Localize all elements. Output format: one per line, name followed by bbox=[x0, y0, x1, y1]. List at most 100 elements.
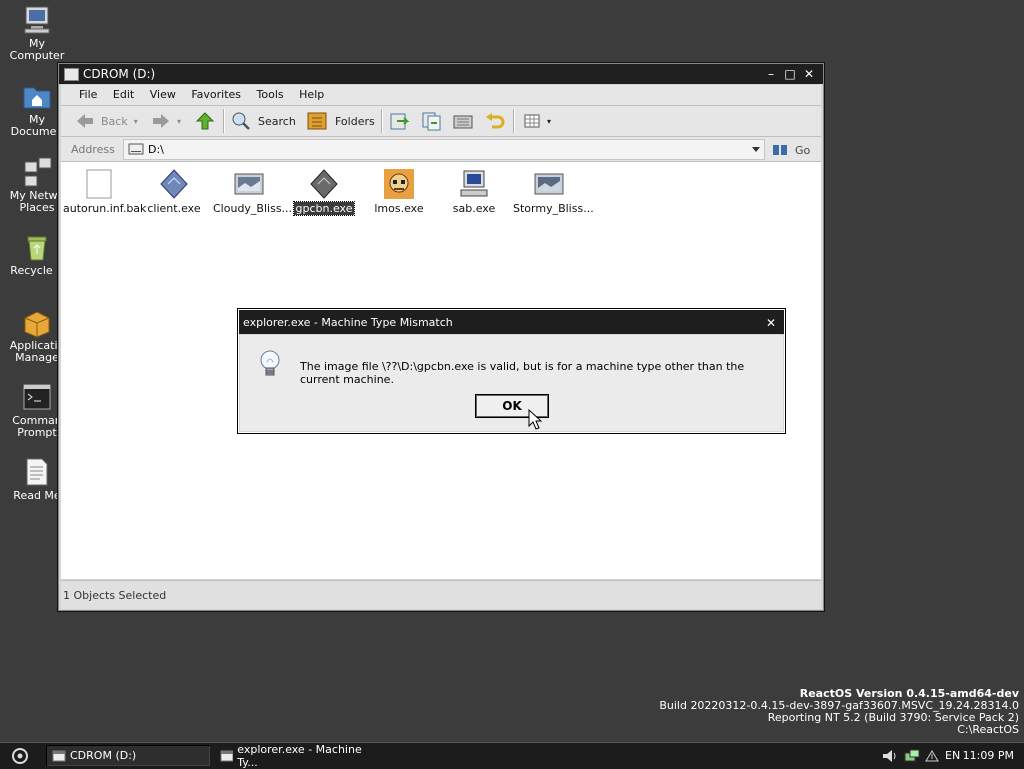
address-input[interactable]: D:\ bbox=[123, 139, 765, 160]
address-label: Address bbox=[71, 143, 115, 156]
dialog-close-button[interactable]: ✕ bbox=[766, 316, 776, 330]
menu-tools[interactable]: Tools bbox=[251, 85, 290, 101]
volume-icon[interactable] bbox=[881, 748, 899, 764]
folders-button[interactable]: Folders bbox=[307, 110, 375, 132]
drive-icon[interactable] bbox=[64, 68, 79, 81]
close-button[interactable]: ✕ bbox=[802, 68, 816, 81]
exe-diamond-icon bbox=[158, 168, 190, 200]
desktop-icon-my-computer[interactable]: My Computer bbox=[0, 4, 74, 62]
folders-icon bbox=[307, 112, 327, 130]
menu-file[interactable]: File bbox=[73, 85, 103, 101]
character-app-icon bbox=[383, 168, 415, 200]
task-explorer-dialog[interactable]: explorer.exe - Machine Ty... bbox=[214, 742, 378, 769]
path-line: C:\ReactOS bbox=[957, 723, 1019, 736]
file-item[interactable]: lmos.exe bbox=[361, 168, 437, 215]
system-tray: EN bbox=[881, 745, 960, 766]
views-button[interactable]: ▾ bbox=[523, 110, 551, 132]
toolbar-separator bbox=[513, 109, 515, 133]
file-name: client.exe bbox=[147, 202, 201, 215]
computer-app-icon bbox=[458, 168, 490, 200]
lightbulb-icon bbox=[260, 350, 280, 376]
reactos-logo-icon bbox=[12, 748, 28, 764]
dialog-message: The image file \??\D:\gpcbn.exe is valid… bbox=[300, 360, 745, 386]
file-item[interactable]: sab.exe bbox=[436, 168, 512, 215]
move-to-button[interactable] bbox=[389, 110, 411, 132]
go-label: Go bbox=[795, 143, 811, 157]
start-button[interactable] bbox=[4, 746, 36, 766]
file-name: lmos.exe bbox=[374, 202, 424, 215]
menu-edit[interactable]: Edit bbox=[107, 85, 140, 101]
menu-bar: File Edit View Favorites Tools Help bbox=[61, 85, 821, 106]
toolbar-separator bbox=[381, 109, 383, 133]
file-name: sab.exe bbox=[452, 202, 496, 215]
text-document-icon bbox=[21, 456, 53, 488]
copy-to-icon bbox=[422, 112, 441, 131]
network-icon bbox=[21, 156, 53, 188]
go-button[interactable]: Go bbox=[771, 141, 810, 159]
chevron-down-icon: ▾ bbox=[177, 116, 182, 126]
forward-button[interactable]: ▾ bbox=[151, 110, 181, 132]
terminal-icon bbox=[21, 381, 53, 413]
go-arrow-icon bbox=[773, 145, 787, 155]
search-button[interactable]: Search bbox=[231, 110, 296, 132]
image-app-icon bbox=[533, 168, 565, 200]
status-bar: 1 Objects Selected bbox=[61, 580, 821, 609]
views-grid-icon bbox=[524, 114, 540, 128]
search-label: Search bbox=[258, 114, 296, 128]
chevron-down-icon: ▾ bbox=[547, 116, 552, 126]
dialog-titlebar[interactable]: explorer.exe - Machine Type Mismatch ✕ bbox=[239, 310, 784, 334]
drive-icon bbox=[128, 143, 144, 155]
undo-button[interactable] bbox=[484, 110, 506, 132]
file-item[interactable]: gpcbn.exe bbox=[286, 168, 362, 216]
copy-to-button[interactable] bbox=[421, 110, 443, 132]
package-icon bbox=[21, 306, 53, 338]
task-cdrom[interactable]: CDROM (D:) bbox=[46, 745, 210, 766]
move-to-icon bbox=[390, 113, 410, 130]
clock[interactable]: 11:09 PM bbox=[963, 749, 1014, 762]
blank-file-icon bbox=[83, 168, 115, 200]
up-folder-button[interactable] bbox=[195, 110, 215, 132]
file-item[interactable]: Stormy_Bliss... bbox=[511, 168, 594, 215]
file-item[interactable]: Cloudy_Bliss... bbox=[211, 168, 292, 215]
task-label: CDROM (D:) bbox=[70, 749, 137, 762]
minimize-button[interactable]: – bbox=[764, 68, 778, 81]
network-tray-icon[interactable] bbox=[903, 748, 921, 764]
address-value: D:\ bbox=[148, 143, 164, 156]
safely-remove-icon[interactable] bbox=[923, 748, 941, 764]
file-item[interactable]: autorun.inf.bak bbox=[61, 168, 146, 215]
window-icon bbox=[52, 750, 66, 761]
image-app-icon bbox=[233, 168, 265, 200]
desktop-icon-label: My Computer bbox=[9, 37, 65, 62]
toolbar: Back ▾ ▾ Search Folders ▾ bbox=[61, 106, 821, 137]
menu-favorites[interactable]: Favorites bbox=[185, 85, 247, 101]
menu-view[interactable]: View bbox=[144, 85, 182, 101]
back-label: Back bbox=[101, 114, 128, 128]
chevron-down-icon[interactable] bbox=[752, 147, 760, 152]
delete-button[interactable] bbox=[452, 110, 474, 132]
menu-help[interactable]: Help bbox=[293, 85, 330, 101]
back-button[interactable]: Back ▾ bbox=[75, 110, 138, 132]
up-arrow-icon bbox=[195, 112, 215, 130]
window-icon bbox=[220, 750, 234, 761]
chevron-down-icon: ▾ bbox=[133, 116, 138, 126]
search-icon bbox=[232, 112, 250, 130]
window-title: CDROM (D:) bbox=[83, 67, 156, 81]
recycle-bin-icon bbox=[21, 231, 53, 263]
status-text: 1 Objects Selected bbox=[63, 589, 167, 602]
file-item[interactable]: client.exe bbox=[136, 168, 212, 215]
toolbar-separator bbox=[223, 109, 225, 133]
forward-arrow-icon bbox=[153, 114, 169, 128]
maximize-button[interactable]: □ bbox=[783, 68, 797, 81]
mouse-cursor-icon bbox=[528, 409, 542, 430]
folders-label: Folders bbox=[335, 114, 375, 128]
file-name: Stormy_Bliss... bbox=[513, 202, 594, 215]
delete-icon bbox=[453, 115, 473, 129]
dialog-title: explorer.exe - Machine Type Mismatch bbox=[243, 316, 453, 329]
task-label: explorer.exe - Machine Ty... bbox=[237, 742, 362, 769]
exe-diamond-icon bbox=[308, 168, 340, 200]
taskbar: CDROM (D:) explorer.exe - Machine Ty... … bbox=[0, 742, 1024, 769]
address-bar: Address D:\ Go bbox=[61, 137, 821, 162]
version-info: ReactOS Version 0.4.15-amd64-dev Build 2… bbox=[659, 688, 1019, 736]
language-indicator[interactable]: EN bbox=[945, 749, 960, 762]
window-titlebar[interactable]: CDROM (D:) – □ ✕ bbox=[59, 64, 823, 84]
